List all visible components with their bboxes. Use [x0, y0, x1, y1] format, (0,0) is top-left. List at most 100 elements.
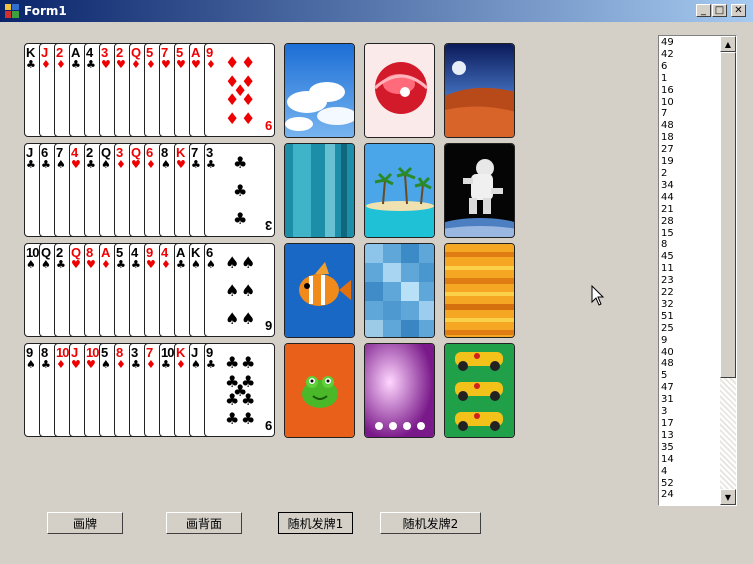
list-item[interactable]: 13	[661, 430, 674, 442]
card-suit-icon: ♣	[176, 258, 186, 271]
list-item[interactable]: 34	[661, 180, 674, 192]
blue-tiles-back[interactable]	[364, 243, 435, 338]
list-item[interactable]: 21	[661, 204, 674, 216]
card-pip-icon: ♦	[241, 90, 256, 110]
listbox-scrollbar[interactable]: ▲ ▼	[720, 36, 736, 505]
playing-card[interactable]: 6 ♠ ♠ ♠ ♠ ♠ ♠ ♠ 6	[204, 243, 275, 337]
card-suit-icon: ♣	[161, 358, 171, 371]
card-suit-icon: ♣	[131, 358, 141, 371]
card-suit-icon: ♠	[206, 258, 216, 271]
card-suit-icon: ♥	[146, 258, 156, 271]
list-item[interactable]: 47	[661, 382, 674, 394]
card-suit-icon: ♣	[56, 258, 66, 271]
list-item[interactable]: 14	[661, 454, 674, 466]
red-swirl-back[interactable]	[364, 43, 435, 138]
list-item[interactable]: 19	[661, 156, 674, 168]
beach-palms-back[interactable]	[364, 143, 435, 238]
list-item[interactable]: 10	[661, 97, 674, 109]
deal-random-1-button[interactable]: 随机发牌1	[278, 512, 353, 534]
card-suit-icon: ♥	[86, 358, 96, 371]
number-listbox[interactable]: 49 42 6 1 16 10 7 48 18 27 19 2 34 44 21 28 15 8 45 11 23 22 3…	[658, 35, 737, 506]
list-item[interactable]: 1	[661, 73, 674, 85]
list-item[interactable]: 7	[661, 108, 674, 120]
purple-lights-back[interactable]	[364, 343, 435, 438]
maximize-button[interactable]: □	[712, 4, 727, 17]
card-suit-icon: ♥	[176, 58, 186, 71]
desert-moon-back[interactable]	[444, 43, 515, 138]
list-item[interactable]: 2	[661, 168, 674, 180]
card-suit-icon: ♥	[116, 58, 126, 71]
card-suit-icon: ♥	[86, 258, 96, 271]
list-item[interactable]: 48	[661, 120, 674, 132]
list-item[interactable]: 23	[661, 275, 674, 287]
frog-back[interactable]	[284, 343, 355, 438]
scroll-thumb[interactable]	[720, 52, 736, 378]
list-item[interactable]: 3	[661, 406, 674, 418]
playing-card[interactable]: 9 ♣ ♣ ♣ ♣ ♣ ♣ ♣ ♣ ♣ ♣ 9	[204, 343, 275, 437]
card-suit-icon: ♠	[26, 258, 36, 271]
draw-cards-button[interactable]: 画牌	[47, 512, 123, 534]
list-item[interactable]: 16	[661, 85, 674, 97]
list-item[interactable]: 18	[661, 132, 674, 144]
card-suit-icon: ♠	[191, 358, 201, 371]
card-rank-corner: 9	[264, 118, 272, 133]
list-item[interactable]: 24	[661, 489, 674, 501]
card-suit-icon: ♥	[71, 258, 81, 271]
list-item[interactable]: 4	[661, 466, 674, 478]
card-suit-icon: ♦	[56, 358, 66, 371]
list-item[interactable]: 15	[661, 228, 674, 240]
list-item[interactable]: 31	[661, 394, 674, 406]
list-item[interactable]: 51	[661, 311, 674, 323]
orange-stripes-back[interactable]	[444, 243, 515, 338]
card-suit-icon: ♣	[41, 358, 51, 371]
title-bar[interactable]: Form1 _ □ ✕	[0, 0, 753, 22]
list-item[interactable]: 48	[661, 358, 674, 370]
list-item[interactable]: 35	[661, 442, 674, 454]
card-suit-icon: ♣	[191, 158, 201, 171]
list-item[interactable]: 17	[661, 418, 674, 430]
list-item[interactable]: 49	[661, 37, 674, 49]
card-suit-icon: ♦	[116, 358, 126, 371]
close-button[interactable]: ✕	[731, 4, 746, 17]
list-item[interactable]: 22	[661, 287, 674, 299]
card-suit-icon: ♦	[41, 58, 51, 71]
list-item[interactable]: 11	[661, 263, 674, 275]
playing-card[interactable]: 9 ♦ ♦ ♦ ♦ ♦ ♦ ♦ ♦ ♦ ♦ 9	[204, 43, 275, 137]
sky-back[interactable]	[284, 43, 355, 138]
list-item[interactable]: 40	[661, 347, 674, 359]
list-item[interactable]: 5	[661, 370, 674, 382]
list-item[interactable]: 42	[661, 49, 674, 61]
deal-random-2-button[interactable]: 随机发牌2	[380, 512, 481, 534]
card-suit-icon: ♦	[146, 58, 156, 71]
card-suit-icon: ♥	[101, 58, 111, 71]
scroll-up-button[interactable]: ▲	[720, 36, 736, 52]
list-item[interactable]: 44	[661, 192, 674, 204]
list-item[interactable]: 27	[661, 144, 674, 156]
card-suit-icon: ♣	[71, 58, 81, 71]
card-suit-icon: ♣	[131, 258, 141, 271]
list-item[interactable]: 45	[661, 251, 674, 263]
list-item[interactable]: 25	[661, 323, 674, 335]
teal-glass-back[interactable]	[284, 143, 355, 238]
list-item[interactable]: 8	[661, 239, 674, 251]
list-item[interactable]: 9	[661, 335, 674, 347]
card-suit-icon: ♥	[176, 158, 186, 171]
card-pip-icon: ♠	[241, 252, 256, 272]
scroll-down-button[interactable]: ▼	[720, 489, 736, 505]
card-suit-icon: ♦	[161, 258, 171, 271]
card-pip-icon: ♠	[241, 281, 256, 300]
card-suit-icon: ♣	[86, 158, 96, 171]
list-item[interactable]: 32	[661, 299, 674, 311]
card-rank-corner: 6	[264, 318, 272, 333]
list-item[interactable]: 28	[661, 216, 674, 228]
list-item[interactable]: 52	[661, 478, 674, 490]
astronaut-back[interactable]	[444, 143, 515, 238]
list-item[interactable]: 6	[661, 61, 674, 73]
draw-backs-button[interactable]: 画背面	[166, 512, 242, 534]
playing-card[interactable]: 3 ♣ ♣ ♣ ♣ 3	[204, 143, 275, 237]
card-suit-icon: ♠	[56, 158, 66, 171]
minimize-button[interactable]: _	[696, 4, 711, 17]
racecars-back[interactable]	[444, 343, 515, 438]
card-suit-icon: ♠	[161, 158, 171, 171]
fish-back[interactable]	[284, 243, 355, 338]
